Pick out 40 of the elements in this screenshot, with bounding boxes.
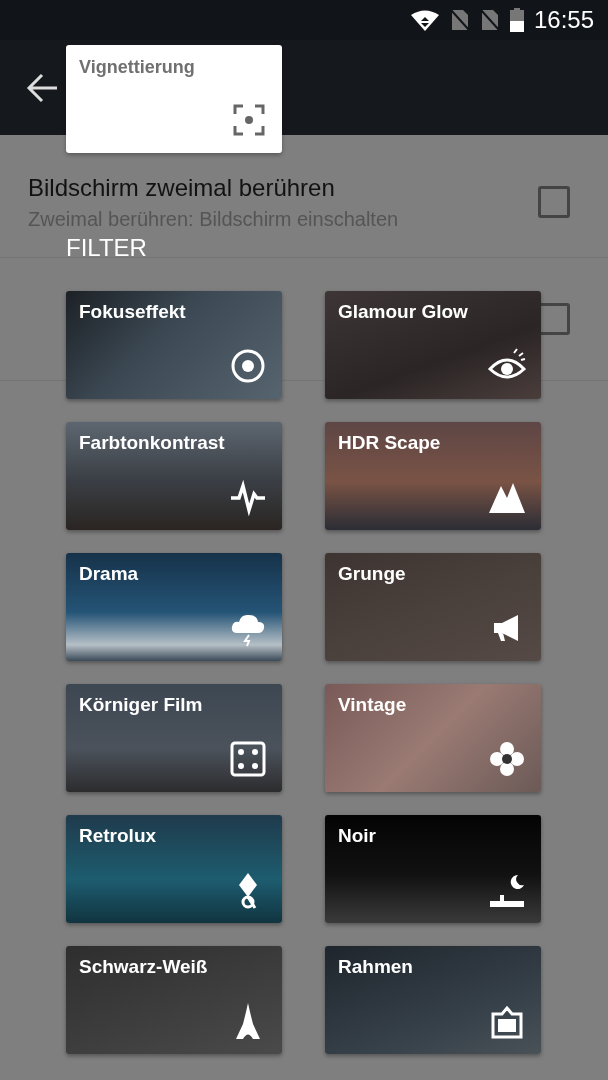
filter-card[interactable]: Glamour Glow [325, 291, 541, 399]
dice-icon [229, 740, 267, 778]
vignette-card[interactable]: Vignettierung [66, 45, 282, 153]
no-sim-icon [479, 9, 500, 31]
filter-label: Vintage [338, 694, 407, 715]
target-icon [229, 347, 267, 385]
filter-label: Drama [79, 563, 139, 584]
pulse-icon [229, 478, 267, 516]
filter-label: Grunge [338, 563, 406, 584]
filter-card[interactable]: Schwarz-Weiß [66, 946, 282, 1054]
setting-title: Bildschirm zweimal berühren [28, 173, 336, 202]
filter-label: Noir [338, 825, 376, 846]
filter-card[interactable]: Retrolux [66, 815, 282, 923]
wifi-icon [409, 9, 440, 31]
filter-card[interactable]: HDR Scape [325, 422, 541, 530]
no-sim-icon [449, 9, 470, 31]
flower-icon [488, 740, 526, 778]
filter-card[interactable]: Farbtonkontrast [66, 422, 282, 530]
filter-card[interactable]: Grunge [325, 553, 541, 661]
filter-label: Glamour Glow [338, 301, 468, 322]
checkbox[interactable] [538, 186, 570, 218]
filter-label: Retrolux [79, 825, 157, 846]
focus-frame-icon [233, 104, 265, 136]
filter-card[interactable]: Rahmen [325, 946, 541, 1054]
battery-icon [509, 8, 524, 32]
filter-label: HDR Scape [338, 432, 441, 453]
card-title: Vignettierung [79, 57, 195, 77]
filter-label: Fokuseffekt [79, 301, 186, 322]
filter-label: Farbtonkontrast [79, 432, 225, 453]
filter-card[interactable]: Körniger Film [66, 684, 282, 792]
section-heading: FILTER [66, 233, 148, 263]
filter-card[interactable]: Drama [66, 553, 282, 661]
filter-label: Rahmen [338, 956, 413, 977]
filter-label: Schwarz-Weiß [79, 956, 208, 977]
filter-card[interactable]: Vintage [325, 684, 541, 792]
back-arrow-icon[interactable] [26, 71, 60, 104]
filter-label: Körniger Film [79, 694, 203, 715]
filter-card[interactable]: Fokuseffekt [66, 291, 282, 399]
clock-time: 16:55 [533, 6, 594, 34]
filter-card[interactable]: Noir [325, 815, 541, 923]
